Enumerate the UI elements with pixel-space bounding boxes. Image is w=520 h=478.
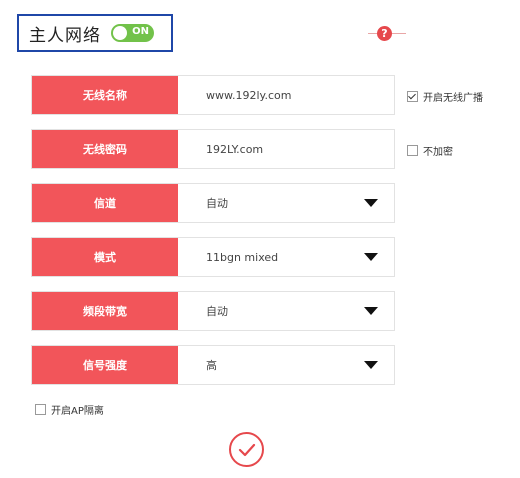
ssid-input[interactable]: www.192ly.com bbox=[178, 76, 394, 114]
channel-select[interactable]: 自动 bbox=[178, 184, 394, 222]
password-label: 无线密码 bbox=[32, 130, 178, 168]
mode-row: 模式 11bgn mixed bbox=[31, 237, 395, 277]
network-toggle[interactable]: ON bbox=[111, 24, 154, 42]
chevron-down-icon bbox=[364, 253, 378, 261]
channel-value: 自动 bbox=[206, 197, 228, 210]
password-input[interactable]: 192LY.com bbox=[178, 130, 394, 168]
ap-isolation-label: 开启AP隔离 bbox=[51, 406, 104, 417]
checkmark-icon bbox=[238, 443, 255, 456]
main-network-header: 主人网络 ON bbox=[17, 14, 173, 52]
signal-value: 高 bbox=[206, 359, 217, 372]
ap-isolation-option[interactable]: 开启AP隔离 bbox=[35, 402, 104, 417]
channel-row: 信道 自动 bbox=[31, 183, 395, 223]
question-circle-icon[interactable]: ? bbox=[377, 26, 392, 41]
bandwidth-value: 自动 bbox=[206, 305, 228, 318]
save-button[interactable] bbox=[229, 432, 264, 467]
no-encrypt-checkbox[interactable] bbox=[407, 145, 418, 156]
broadcast-label: 开启无线广播 bbox=[423, 93, 483, 104]
toggle-label: ON bbox=[132, 26, 149, 37]
signal-select[interactable]: 高 bbox=[178, 346, 394, 384]
broadcast-option[interactable]: 开启无线广播 bbox=[407, 89, 483, 104]
toggle-knob bbox=[113, 26, 127, 40]
no-encrypt-option[interactable]: 不加密 bbox=[407, 143, 453, 158]
channel-label: 信道 bbox=[32, 184, 178, 222]
page-title: 主人网络 bbox=[29, 25, 101, 46]
mode-select[interactable]: 11bgn mixed bbox=[178, 238, 394, 276]
broadcast-checkbox[interactable] bbox=[407, 91, 418, 102]
chevron-down-icon bbox=[364, 307, 378, 315]
ssid-row: 无线名称 www.192ly.com bbox=[31, 75, 395, 115]
no-encrypt-label: 不加密 bbox=[423, 147, 453, 158]
chevron-down-icon bbox=[364, 361, 378, 369]
chevron-down-icon bbox=[364, 199, 378, 207]
bandwidth-row: 频段带宽 自动 bbox=[31, 291, 395, 331]
bandwidth-select[interactable]: 自动 bbox=[178, 292, 394, 330]
mode-label: 模式 bbox=[32, 238, 178, 276]
ssid-label: 无线名称 bbox=[32, 76, 178, 114]
signal-row: 信号强度 高 bbox=[31, 345, 395, 385]
ap-isolation-checkbox[interactable] bbox=[35, 404, 46, 415]
bandwidth-label: 频段带宽 bbox=[32, 292, 178, 330]
mode-value: 11bgn mixed bbox=[206, 250, 279, 264]
signal-label: 信号强度 bbox=[32, 346, 178, 384]
password-row: 无线密码 192LY.com bbox=[31, 129, 395, 169]
